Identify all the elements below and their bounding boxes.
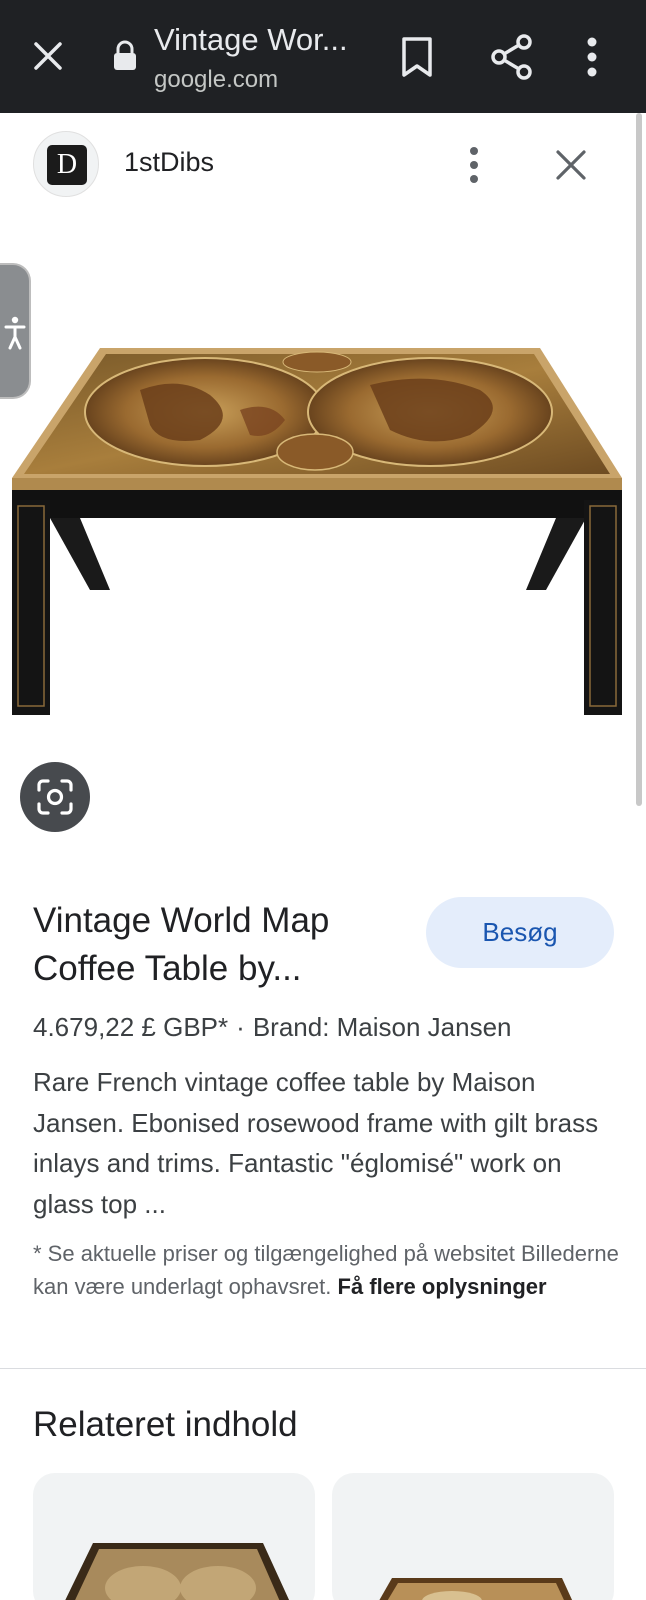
product-brand: Brand: Maison Jansen (252, 1012, 512, 1042)
more-vert-icon[interactable] (467, 146, 481, 184)
product-title: Vintage World Map Coffee Table by... (33, 901, 330, 988)
related-thumbnail (379, 1578, 573, 1600)
source-logo[interactable]: D (33, 131, 99, 197)
close-icon[interactable] (552, 146, 590, 184)
lock-icon (114, 40, 136, 70)
lens-button[interactable] (20, 762, 90, 832)
product-price: 4.679,22 £ GBP* (33, 1012, 229, 1042)
page-url[interactable]: google.com (154, 66, 278, 94)
share-icon[interactable] (490, 34, 534, 80)
divider (0, 1368, 646, 1369)
browser-toolbar: Vintage Wor... google.com (0, 0, 646, 113)
product-image[interactable] (10, 340, 636, 735)
separator: · (236, 1012, 245, 1042)
page-title[interactable]: Vintage Wor... (154, 22, 348, 58)
product-description: Rare French vintage coffee table by Mais… (33, 1067, 599, 1219)
source-logo-mark: D (47, 145, 87, 185)
related-card[interactable] (33, 1473, 315, 1600)
lens-icon (37, 779, 73, 815)
source-name[interactable]: 1stDibs (124, 147, 214, 178)
related-thumbnail (65, 1543, 290, 1600)
more-vert-icon[interactable] (585, 36, 599, 78)
related-card[interactable] (332, 1473, 614, 1600)
price-brand-line: 4.679,22 £ GBP* · Brand: Maison Jansen (33, 1012, 512, 1043)
close-icon[interactable] (28, 36, 68, 76)
more-info-link[interactable]: Få flere oplysninger (338, 1274, 547, 1299)
bookmark-icon[interactable] (398, 36, 436, 78)
availability-note: * Se aktuelle priser og tilgængelighed p… (33, 1238, 623, 1303)
visit-button[interactable]: Besøg (426, 897, 614, 968)
related-heading: Relateret indhold (33, 1405, 298, 1444)
scrollbar[interactable] (636, 113, 642, 806)
